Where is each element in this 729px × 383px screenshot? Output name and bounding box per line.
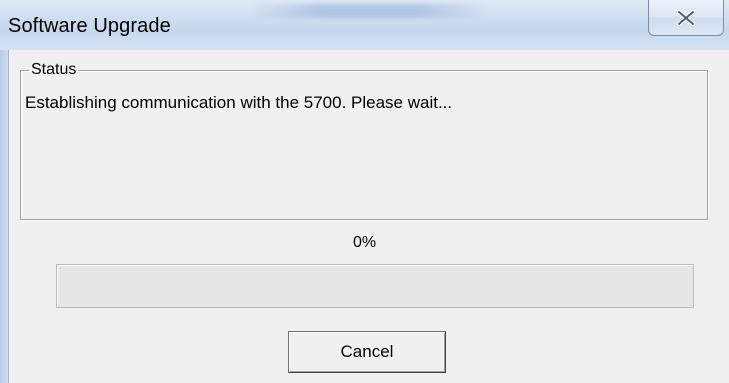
progress-bar bbox=[56, 264, 694, 308]
cancel-button[interactable]: Cancel bbox=[288, 331, 446, 373]
close-button[interactable] bbox=[648, 0, 724, 36]
status-message: Establishing communication with the 5700… bbox=[25, 93, 453, 112]
title-bar[interactable]: Software Upgrade bbox=[0, 0, 729, 50]
window-title: Software Upgrade bbox=[8, 15, 171, 37]
title-bar-glass bbox=[250, 4, 490, 18]
window-frame-left bbox=[0, 50, 8, 383]
software-upgrade-dialog: Software Upgrade Status Establishing com… bbox=[0, 0, 729, 383]
close-icon bbox=[677, 9, 695, 26]
status-group-box: Status bbox=[20, 62, 708, 220]
status-group-label: Status bbox=[31, 61, 77, 78]
progress-percent-label: 0% bbox=[352, 234, 377, 251]
